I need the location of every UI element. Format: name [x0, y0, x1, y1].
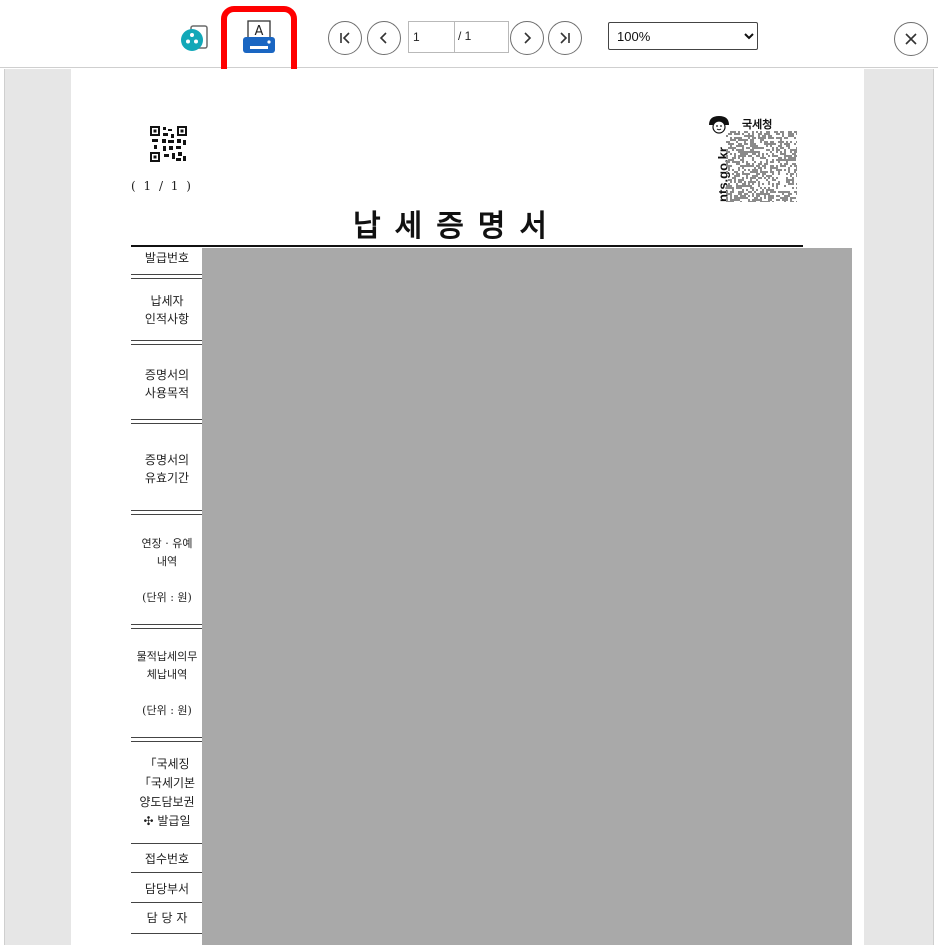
previous-page-icon: [379, 32, 387, 44]
first-page-icon: [340, 32, 350, 44]
redacted-area: [202, 248, 852, 945]
page-count: ( 1 / 1 ): [131, 179, 193, 193]
page-number-input[interactable]: [409, 22, 455, 52]
row-divider: [131, 737, 203, 742]
document-page: ( 1 / 1 ) 납세증명서 국세청 nts.go.kr 발급번호 납세자 인적…: [71, 69, 864, 945]
row-purpose: 증명서의 사용목적: [144, 368, 190, 400]
row-arrears: 물적납세의무 체납내역 (단위 : 원): [136, 650, 198, 717]
close-button[interactable]: [894, 22, 928, 56]
row-receipt-number: 접수번호: [144, 852, 190, 866]
row-divider: [131, 510, 203, 515]
row-officer: 담 당 자: [146, 911, 188, 925]
viewer-left-margin: [0, 69, 5, 945]
qr-code-large: [726, 131, 797, 202]
document-title: 납세증명서: [353, 209, 561, 244]
viewer-toolbar: A / 1 100%: [0, 0, 938, 85]
agency-name: 국세청: [742, 118, 773, 131]
last-page-button[interactable]: [548, 21, 582, 55]
row-divider: [131, 274, 203, 279]
last-page-icon: [560, 32, 570, 44]
first-page-button[interactable]: [328, 21, 362, 55]
share-icon[interactable]: [178, 22, 212, 56]
zoom-select[interactable]: 100%: [608, 22, 758, 50]
title-rule: [131, 245, 803, 247]
row-divider: [131, 933, 203, 934]
row-issue-number: 발급번호: [144, 251, 190, 265]
page-total-label: / 1: [458, 29, 472, 43]
row-divider: [131, 419, 203, 424]
row-taxpayer-info: 납세자 인적사항: [144, 294, 190, 326]
close-icon: [905, 33, 917, 45]
viewer-scrollbar[interactable]: [933, 69, 938, 945]
row-department: 담당부서: [144, 881, 190, 896]
qr-code-small: [150, 126, 187, 162]
row-divider: [131, 340, 203, 345]
document-viewer[interactable]: ( 1 / 1 ) 납세증명서 국세청 nts.go.kr 발급번호 납세자 인적…: [0, 69, 938, 945]
previous-page-button[interactable]: [367, 21, 401, 55]
row-legal-notice: 「국세징 「국세기본 양도담보권 ✣ 발급일: [138, 757, 196, 828]
next-page-button[interactable]: [510, 21, 544, 55]
row-extension: 연장 · 유예 내역 (단위 : 원): [141, 536, 193, 604]
row-validity: 증명서의 유효기간: [144, 453, 190, 485]
next-page-icon: [524, 32, 532, 44]
page-navigator: / 1: [408, 21, 509, 53]
certificate-label-column: 발급번호 납세자 인적사항 증명서의 사용목적 증명서의 유효기간 연장 · 유예 내역…: [131, 247, 203, 945]
row-divider: [131, 624, 203, 629]
